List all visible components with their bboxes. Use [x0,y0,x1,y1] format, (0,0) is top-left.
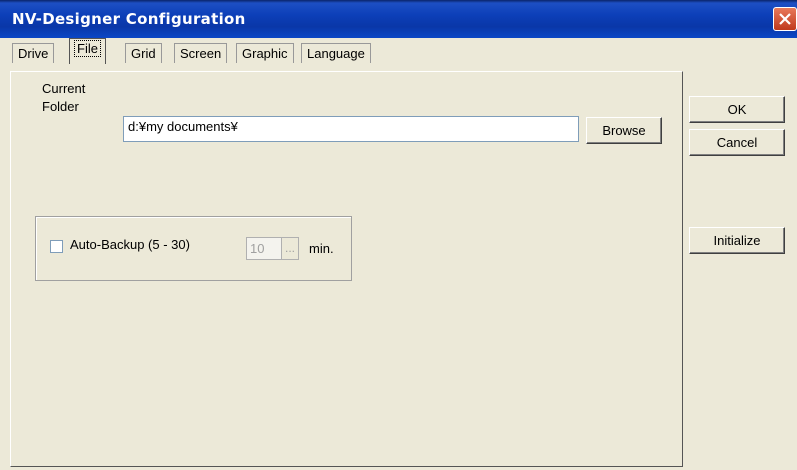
minutes-picker-button[interactable]: ... [281,237,299,260]
folder-label-line2: Folder [42,99,79,114]
backup-minutes-input[interactable]: 10 [246,237,282,260]
minutes-unit-label: min. [309,241,334,256]
tab-label: File [74,40,101,57]
tab-file[interactable]: File [69,38,106,64]
ok-button[interactable]: OK [689,96,785,123]
window-title: NV-Designer Configuration [12,10,246,28]
tab-label: Grid [131,46,156,61]
tab-label: Screen [180,46,222,61]
tab-grid[interactable]: Grid [125,43,162,63]
tab-label: Language [307,46,365,61]
close-button[interactable] [773,7,797,31]
close-icon [779,13,791,25]
tab-label: Graphic [242,46,288,61]
autobackup-checkbox[interactable] [50,240,63,253]
current-folder-label: Current Folder [42,80,85,116]
title-bar: NV-Designer Configuration [0,0,797,38]
tab-graphic[interactable]: Graphic [236,43,294,63]
initialize-button[interactable]: Initialize [689,227,785,254]
tab-drive[interactable]: Drive [12,43,55,63]
cancel-button[interactable]: Cancel [689,129,785,156]
current-folder-input[interactable]: d:¥my documents¥ [123,116,579,142]
tab-language[interactable]: Language [301,43,371,63]
browse-button[interactable]: Browse [586,117,662,144]
tab-screen[interactable]: Screen [174,43,228,63]
folder-label-line1: Current [42,81,86,96]
autobackup-label: Auto-Backup (5 - 30) [70,237,190,252]
tab-label: Drive [18,46,49,61]
